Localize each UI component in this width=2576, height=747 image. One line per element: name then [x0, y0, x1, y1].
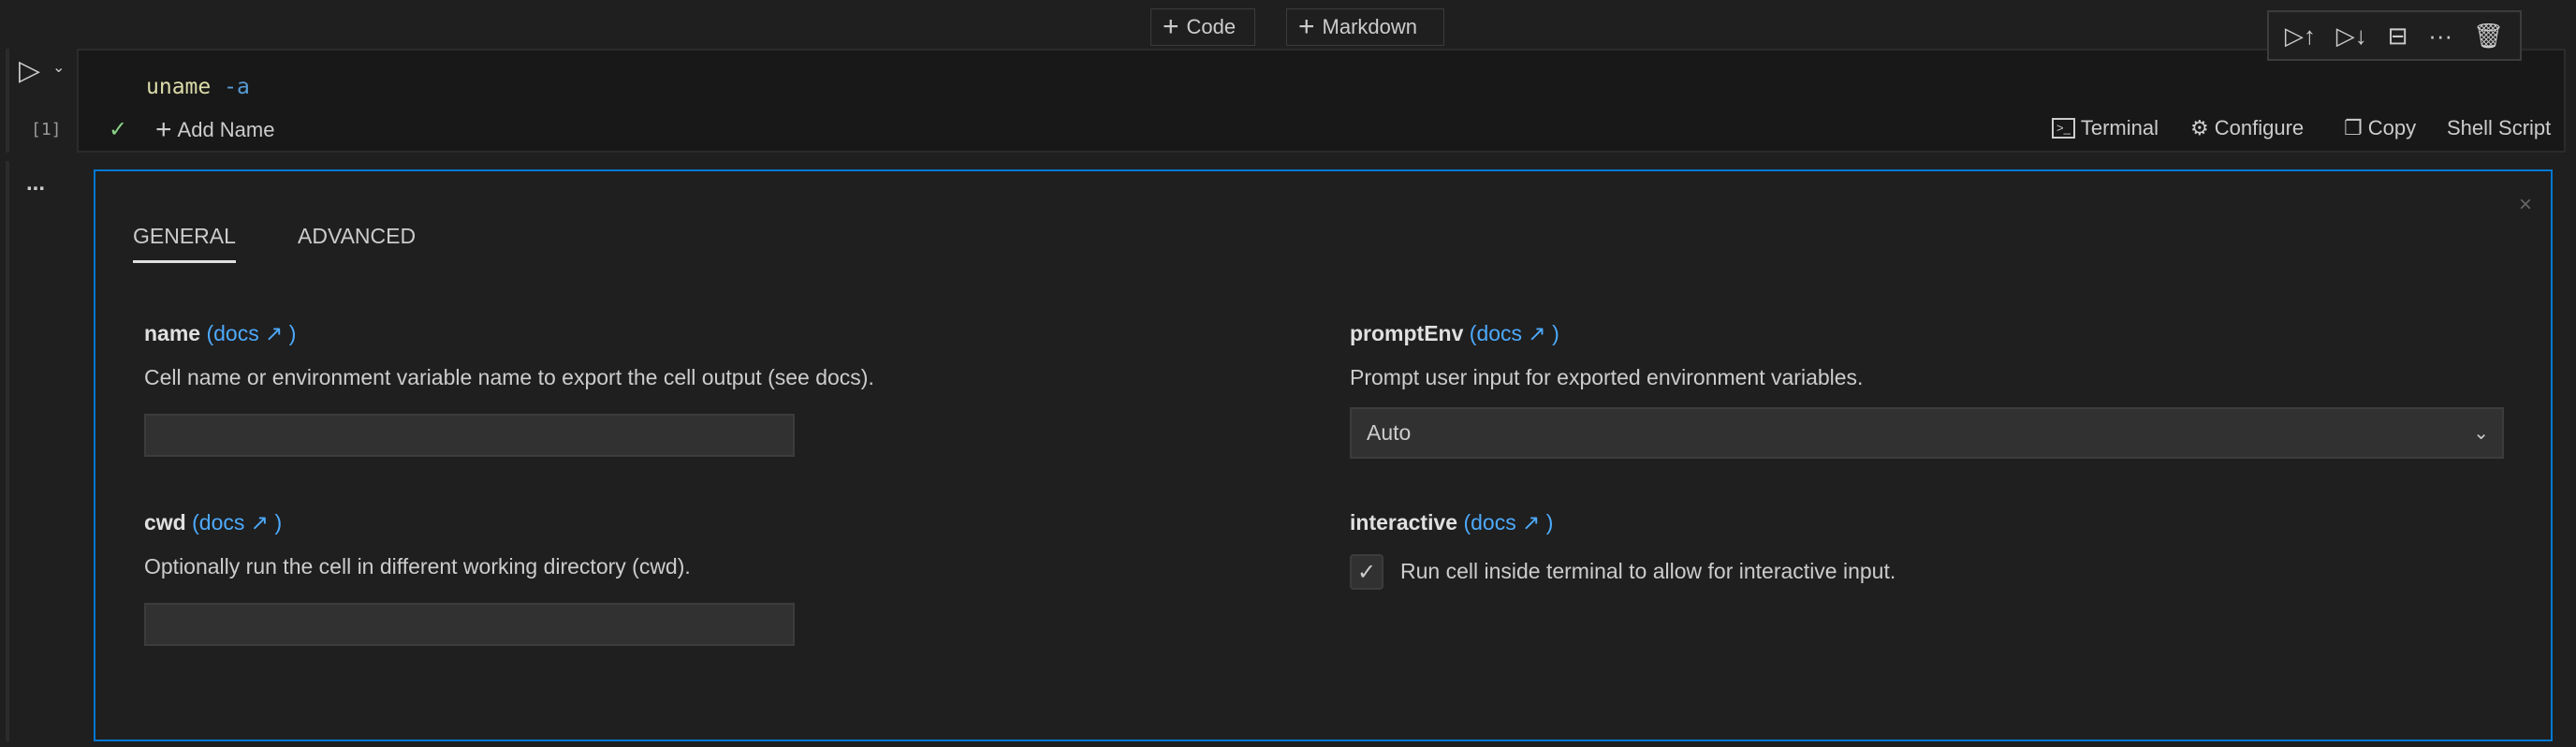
- add-name-label: Add Name: [177, 118, 275, 141]
- split-cell-icon[interactable]: ⊟: [2388, 22, 2408, 51]
- cell-toolbar: ▷↑ ▷↓ ⊟ ··· 🗑: [2267, 10, 2522, 61]
- promptenv-docs-link[interactable]: (docs ↗ ): [1470, 321, 1559, 345]
- add-name-button[interactable]: + Add Name: [155, 116, 274, 144]
- promptenv-field-label: promptEnv (docs ↗ ): [1350, 321, 1559, 346]
- promptenv-label-text: promptEnv: [1350, 321, 1464, 345]
- more-icon[interactable]: ···: [2428, 22, 2452, 51]
- add-code-label: Code: [1186, 15, 1237, 38]
- name-label-text: name: [144, 321, 201, 345]
- terminal-button[interactable]: >_ Terminal: [2052, 116, 2159, 140]
- configure-label: Configure: [2214, 116, 2305, 139]
- chevron-down-icon: ⌄: [2473, 423, 2489, 444]
- add-code-cell-button[interactable]: + Code: [1150, 8, 1255, 46]
- name-field-label: name (docs ↗ ): [144, 321, 296, 346]
- external-link-icon: ↗: [250, 510, 270, 535]
- execution-status: ✓: [109, 116, 127, 143]
- code-command: uname: [146, 75, 212, 99]
- add-markdown-label: Markdown: [1322, 15, 1418, 38]
- execution-count: [1]: [31, 120, 62, 139]
- copy-label: Copy: [2367, 116, 2417, 139]
- promptenv-description: Prompt user input for exported environme…: [1350, 365, 1864, 389]
- chevron-down-icon[interactable]: ⌄: [52, 58, 65, 77]
- gear-icon: ⚙: [2190, 116, 2209, 139]
- plus-icon: +: [1298, 11, 1315, 42]
- external-link-icon: ↗: [1522, 510, 1541, 535]
- cell-config-panel: × GENERAL ADVANCED name (docs ↗ ) Cell n…: [94, 169, 2553, 741]
- close-icon[interactable]: ×: [2519, 192, 2532, 218]
- check-icon: ✓: [1356, 559, 1377, 585]
- name-description: Cell name or environment variable name t…: [144, 365, 874, 389]
- code-editor[interactable]: uname -a: [146, 75, 250, 99]
- promptenv-selected: Auto: [1367, 420, 1412, 445]
- success-check-icon: ✓: [109, 117, 128, 142]
- run-below-icon[interactable]: ▷↓: [2336, 22, 2367, 51]
- delete-icon[interactable]: 🗑: [2473, 22, 2504, 51]
- interactive-checkbox[interactable]: ✓: [1350, 554, 1383, 590]
- plus-icon: +: [155, 114, 172, 145]
- interactive-docs-link[interactable]: (docs ↗ ): [1463, 510, 1553, 535]
- run-cell-icon[interactable]: ▷: [19, 54, 40, 87]
- promptenv-select[interactable]: Auto ⌄: [1350, 407, 2504, 459]
- cell-focus-bar: [6, 49, 9, 153]
- terminal-label: Terminal: [2080, 116, 2159, 139]
- interactive-label-text: interactive: [1350, 510, 1458, 535]
- cwd-docs-link[interactable]: (docs ↗ ): [192, 510, 282, 535]
- copy-button[interactable]: ❐ Copy: [2344, 116, 2416, 140]
- language-label: Shell Script: [2447, 116, 2552, 139]
- language-selector[interactable]: Shell Script: [2447, 116, 2551, 140]
- name-input[interactable]: [144, 414, 795, 457]
- external-link-icon: ↗: [1528, 321, 1546, 345]
- interactive-field-label: interactive (docs ↗ ): [1350, 510, 1553, 535]
- cwd-label-text: cwd: [144, 510, 186, 535]
- code-flag: -a: [224, 75, 250, 99]
- run-above-icon[interactable]: ▷↑: [2285, 22, 2316, 51]
- add-markdown-cell-button[interactable]: + Markdown: [1286, 8, 1444, 46]
- plus-icon: +: [1163, 11, 1179, 42]
- copy-icon: ❐: [2344, 116, 2363, 139]
- cwd-field-label: cwd (docs ↗ ): [144, 510, 282, 535]
- cwd-input[interactable]: [144, 603, 795, 646]
- output-more-icon[interactable]: ...: [26, 170, 45, 197]
- name-docs-link[interactable]: (docs ↗ ): [206, 321, 296, 345]
- tab-advanced[interactable]: ADVANCED: [298, 224, 416, 249]
- cwd-description: Optionally run the cell in different wor…: [144, 554, 691, 579]
- code-cell[interactable]: uname -a ✓ + Add Name >_ Terminal ⚙ Conf…: [77, 49, 2566, 153]
- output-focus-bar: [6, 161, 9, 741]
- terminal-icon: >_: [2052, 118, 2075, 139]
- configure-button[interactable]: ⚙ Configure: [2190, 116, 2304, 140]
- external-link-icon: ↗: [265, 321, 284, 345]
- tab-general[interactable]: GENERAL: [133, 224, 236, 263]
- interactive-checkbox-label[interactable]: Run cell inside terminal to allow for in…: [1400, 559, 1895, 584]
